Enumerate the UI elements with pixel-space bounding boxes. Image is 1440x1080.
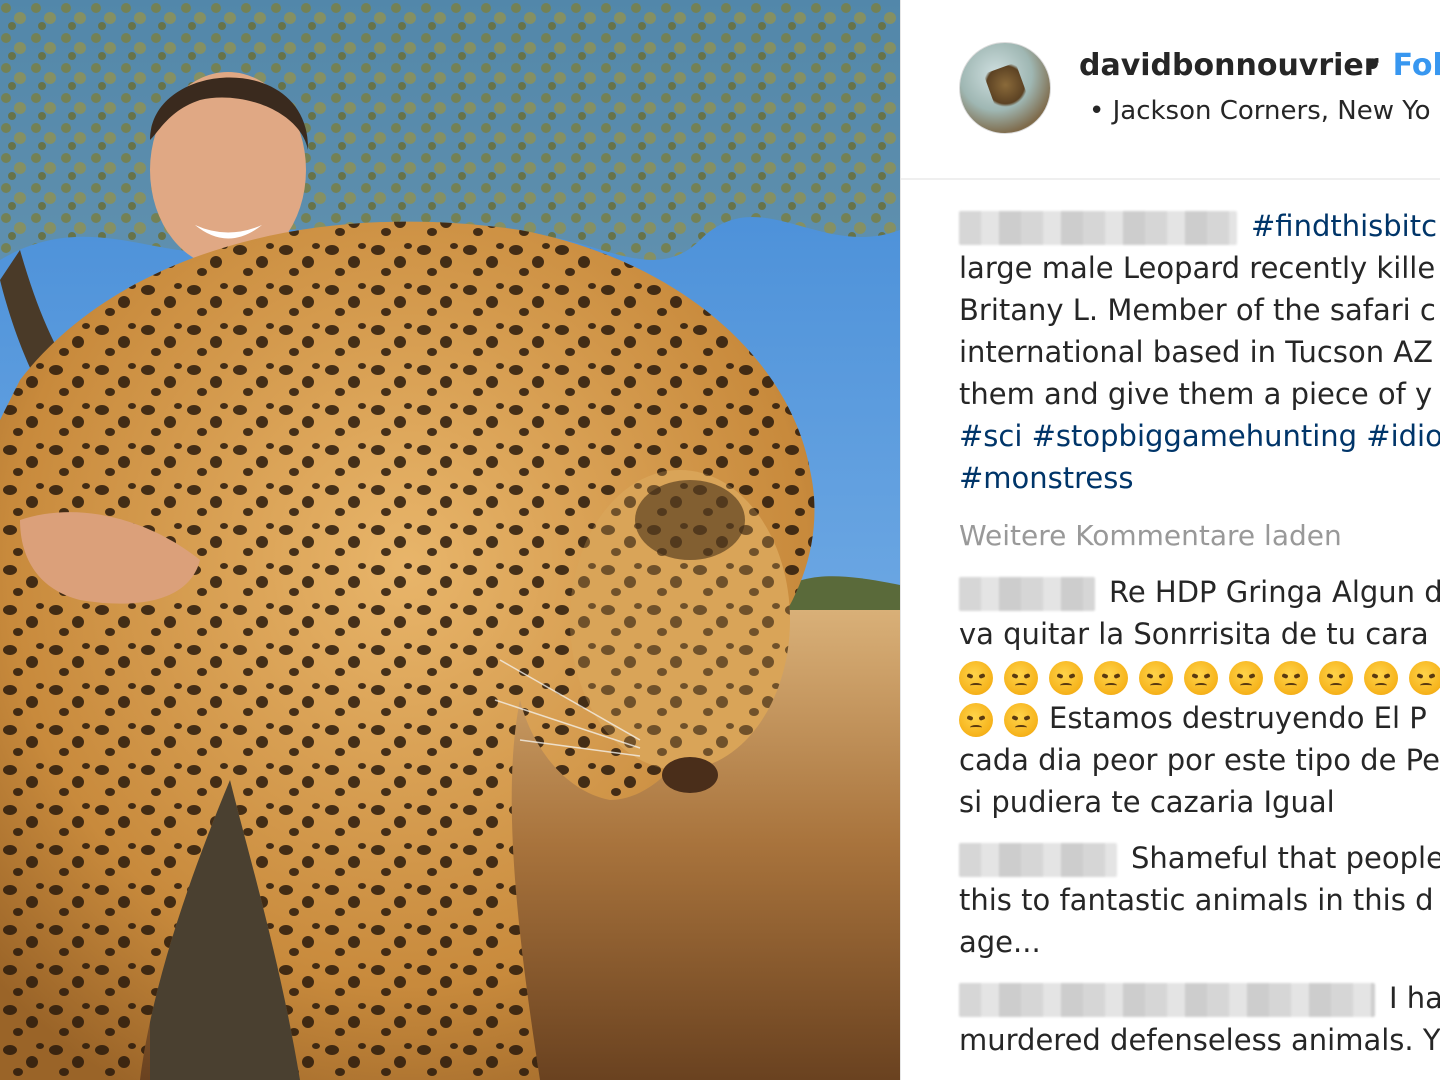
angry-face-emoji [1229,661,1263,695]
blurred-username [959,843,1117,877]
comments-list: #findthisbitc large male Leopard recentl… [959,205,1440,1075]
comment-first-line: Shameful that people [959,837,1440,879]
header-separator: • [1363,48,1383,83]
comment-text: Shameful that people [1131,841,1440,875]
caption: #findthisbitc large male Leopard recentl… [959,205,1440,499]
comment-line: cada dia peor por este tipo de Pe [959,743,1440,777]
comment-line: va quitar la Sonrrisita de tu cara [959,617,1429,651]
comment-line: si pudiera te cazaria Igual [959,785,1335,819]
angry-face-emoji [1319,661,1353,695]
hashtag-link[interactable]: #findthisbitc [1251,209,1437,243]
comment: Re HDP Gringa Algun d va quitar la Sonrr… [959,571,1440,823]
instagram-post-screenshot: davidbonnouvrier • Fol • Jackson Corners… [0,0,1440,1080]
angry-face-emoji [1049,661,1083,695]
location-link[interactable]: • Jackson Corners, New Yo [1089,96,1431,126]
post-header: davidbonnouvrier • Fol • Jackson Corners… [901,0,1440,180]
caption-first-line: #findthisbitc [959,205,1440,247]
angry-face-emoji [1409,661,1440,695]
comment-line: this to fantastic animals in this d [959,883,1434,917]
angry-face-emoji [1184,661,1218,695]
blurred-username [959,577,1095,611]
comment-first-line: I ha [959,977,1440,1019]
angry-face-emoji [1139,661,1173,695]
blurred-username [959,211,1237,245]
comment-line: age... [959,925,1041,959]
angry-face-emoji [1004,661,1038,695]
load-more-comments-button[interactable]: Weitere Kommentare laden [959,515,1440,557]
blurred-username [959,983,1375,1017]
angry-face-emoji [959,703,993,737]
comment: Shameful that people this to fantastic a… [959,837,1440,963]
emoji-row [959,655,1440,697]
caption-line: Britany L. Member of the safari c [959,293,1436,327]
comment-text: Re HDP Gringa Algun d [1109,575,1440,609]
comment-line: murdered defenseless animals. Y [959,1023,1440,1057]
post-sidebar: davidbonnouvrier • Fol • Jackson Corners… [900,0,1440,1080]
angry-face-emoji [1004,703,1038,737]
comment-line-emoji: Estamos destruyendo El P [959,697,1440,739]
caption-line: international based in Tucson AZ [959,335,1434,369]
angry-face-emoji [959,661,993,695]
hashtag-link[interactable]: #monstress [959,457,1440,499]
comment: I ha murdered defenseless animals. Y [959,977,1440,1061]
follow-label[interactable]: Fol [1393,48,1440,83]
angry-face-emoji [1094,661,1128,695]
post-photo [0,0,900,1080]
comment-text: Estamos destruyendo El P [1049,701,1427,735]
username-link[interactable]: davidbonnouvrier [1079,48,1379,83]
hashtag-line[interactable]: #sci #stopbiggamehunting #idio [959,415,1440,457]
comment-text: I ha [1389,981,1440,1015]
avatar-illustration [983,62,1031,116]
photo-illustration [0,0,900,1080]
follow-button[interactable]: • Fol [1363,48,1440,83]
caption-line: them and give them a piece of y [959,377,1433,411]
angry-face-emoji [1274,661,1308,695]
profile-avatar[interactable] [959,42,1051,134]
caption-line: large male Leopard recently kille [959,251,1436,285]
comment-first-line: Re HDP Gringa Algun d [959,571,1440,613]
angry-face-emoji [1364,661,1398,695]
